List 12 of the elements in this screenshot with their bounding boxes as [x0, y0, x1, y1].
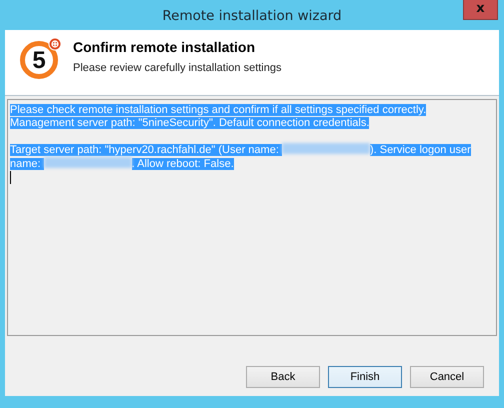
dialog-button[interactable]: Back: [246, 366, 320, 388]
details-text-area[interactable]: [7, 99, 497, 336]
settings-text: Target server path: "hyperv20.rachfahl.de" (User name:: [10, 144, 282, 156]
page-subtitle: Please review carefully installation settings: [73, 62, 282, 74]
dialog-button[interactable]: Finish: [328, 366, 402, 388]
window-title: Remote installation wizard: [162, 8, 342, 24]
settings-text: . Allow reboot: False.: [132, 158, 234, 170]
dialog-button[interactable]: Cancel: [410, 366, 484, 388]
close-button[interactable]: x: [463, 0, 498, 20]
page-heading: Confirm remote installation: [73, 39, 256, 55]
settings-text: Please check remote installation settings and confirm if all settings specified correctly.: [10, 104, 426, 116]
settings-text: Management server path: "5nineSecurity". Default connection credentials.: [10, 117, 370, 129]
